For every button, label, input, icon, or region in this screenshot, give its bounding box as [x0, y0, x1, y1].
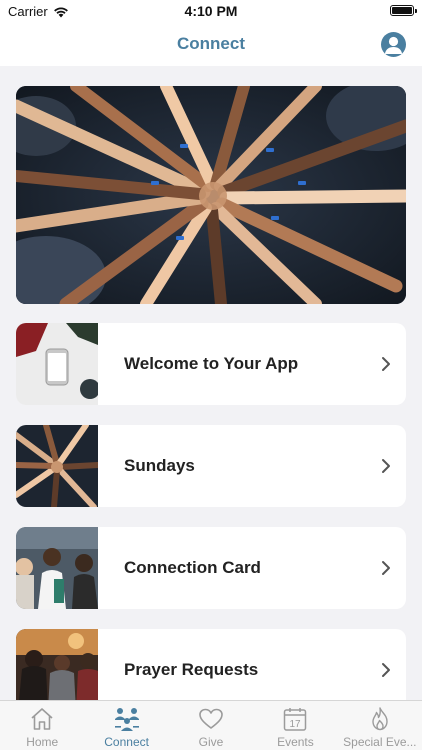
connect-content[interactable]: Welcome to Your App Sundays Connection C…	[0, 66, 422, 700]
chevron-right-icon	[366, 629, 406, 700]
people-connect-icon	[112, 705, 142, 733]
status-bar: Carrier 4:10 PM	[0, 0, 422, 22]
tab-label: Special Eve...	[343, 735, 417, 749]
chevron-right-icon	[366, 323, 406, 405]
page-title: Connect	[177, 34, 245, 53]
card-connection-card[interactable]: Connection Card	[16, 527, 406, 609]
tab-give[interactable]: Give	[169, 701, 253, 750]
chevron-right-icon	[366, 527, 406, 609]
card-thumbnail	[16, 323, 98, 405]
card-thumbnail	[16, 425, 98, 507]
battery-icon	[390, 5, 417, 16]
people-talking-photo	[16, 527, 98, 609]
house-icon	[27, 705, 57, 733]
calendar-icon: 17	[280, 705, 310, 733]
tab-connect[interactable]: Connect	[84, 701, 168, 750]
tab-bar: Home Connect Give 17 Events Special Eve.…	[0, 700, 422, 750]
tab-label: Give	[198, 735, 224, 749]
tab-home[interactable]: Home	[0, 701, 84, 750]
flame-icon	[365, 705, 395, 733]
card-label: Connection Card	[124, 558, 261, 577]
calendar-day: 17	[290, 719, 302, 730]
phone-on-desk-photo	[16, 323, 98, 405]
card-sundays[interactable]: Sundays	[16, 425, 406, 507]
card-label: Welcome to Your App	[124, 354, 299, 373]
chevron-right-icon	[366, 425, 406, 507]
clock: 4:10 PM	[184, 3, 238, 19]
hands-joined-photo	[16, 425, 98, 507]
card-welcome-to-your-app[interactable]: Welcome to Your App	[16, 323, 406, 405]
tab-label: Home	[26, 735, 59, 749]
card-label: Prayer Requests	[124, 660, 259, 679]
person-circle-icon	[384, 36, 403, 54]
card-label: Sundays	[124, 456, 195, 475]
card-thumbnail	[16, 629, 98, 700]
tab-label: Connect	[104, 735, 149, 749]
hands-joined-in-circle-photo	[16, 86, 406, 304]
heart-icon	[196, 705, 226, 733]
tab-events[interactable]: 17 Events	[253, 701, 337, 750]
card-thumbnail	[16, 527, 98, 609]
profile-button[interactable]	[381, 32, 406, 57]
hero-image	[16, 86, 406, 304]
group-praying-photo	[16, 629, 98, 700]
navigation-bar: Connect	[0, 22, 422, 66]
tab-label: Events	[277, 735, 314, 749]
tab-special-events[interactable]: Special Eve...	[338, 701, 422, 750]
card-prayer-requests[interactable]: Prayer Requests	[16, 629, 406, 700]
